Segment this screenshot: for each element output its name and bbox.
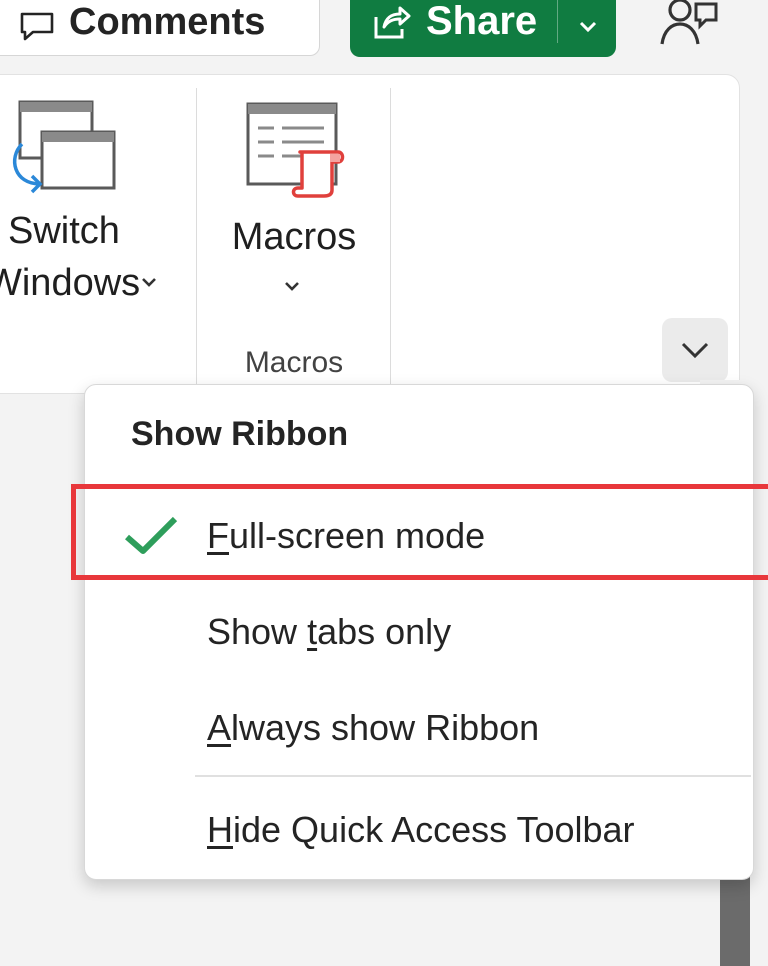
chevron-down-icon [681, 342, 709, 359]
show-ribbon-menu: Show Ribbon Full-screen mode Show tabs o… [84, 384, 754, 880]
switch-windows-label-2: Windows [0, 262, 141, 304]
menu-divider [195, 775, 751, 777]
menu-item-always-show-ribbon[interactable]: Always show Ribbon [85, 687, 753, 767]
comments-label: Comments [69, 1, 266, 43]
share-icon [374, 6, 411, 39]
menu-header: Show Ribbon [131, 415, 349, 453]
chevron-down-icon [142, 278, 156, 287]
ribbon-separator [390, 88, 391, 384]
share-button[interactable]: Share [350, 0, 616, 57]
menu-item-full-screen-mode[interactable]: Full-screen mode [85, 495, 753, 575]
scrollbar-thumb[interactable] [720, 870, 750, 966]
macros-group-label: Macros [244, 346, 344, 379]
menu-item-label: Hide Quick Access Toolbar [207, 809, 635, 850]
switch-windows-label-1: Switch [8, 210, 120, 252]
macros-icon [246, 102, 345, 198]
macros-group: Macros Macros [200, 98, 388, 388]
ribbon-display-options-button[interactable] [662, 318, 728, 382]
comment-icon [20, 12, 54, 41]
share-split-divider [557, 0, 558, 43]
macros-button[interactable]: Macros [200, 98, 388, 298]
people-icon[interactable] [656, 0, 720, 50]
menu-item-hide-quick-access-toolbar[interactable]: Hide Quick Access Toolbar [85, 789, 753, 869]
checkmark-icon [125, 516, 178, 554]
chevron-down-icon [285, 282, 299, 291]
ribbon-separator [196, 88, 197, 384]
macros-label: Macros [231, 216, 357, 258]
switch-windows-icon [12, 100, 116, 194]
share-label: Share [426, 0, 538, 43]
menu-item-label: Show tabs only [207, 611, 452, 652]
menu-item-label: Full-screen mode [207, 515, 486, 556]
menu-item-show-tabs-only[interactable]: Show tabs only [85, 591, 753, 671]
chevron-down-icon[interactable] [578, 19, 598, 35]
switch-windows-button[interactable]: Switch Windows [0, 98, 196, 318]
comments-button[interactable]: Comments [0, 0, 320, 56]
menu-item-label: Always show Ribbon [207, 707, 540, 748]
